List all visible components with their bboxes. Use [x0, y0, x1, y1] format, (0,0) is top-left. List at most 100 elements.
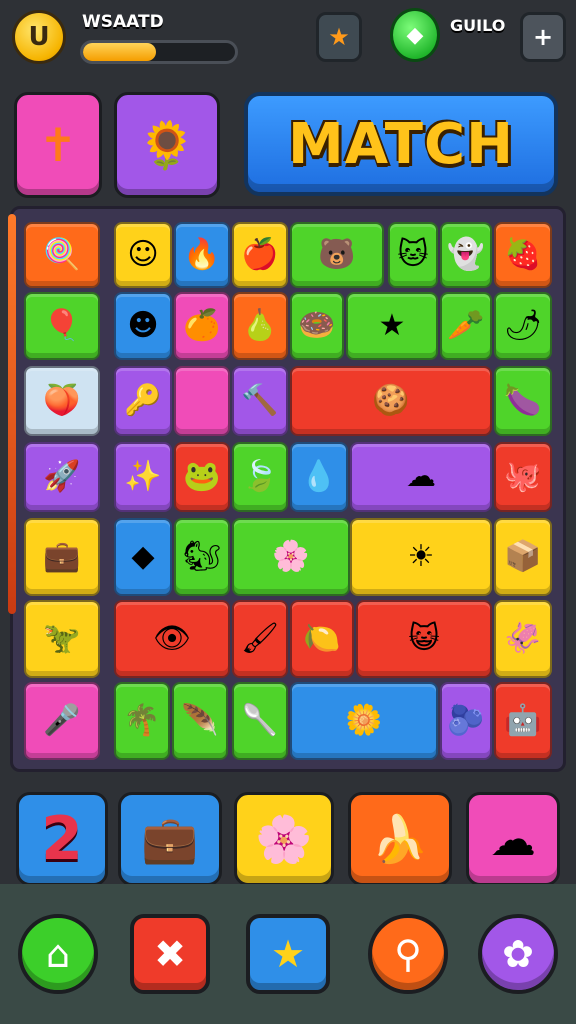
- side-rail: [8, 214, 16, 614]
- board-tile-wand[interactable]: ✨: [114, 442, 172, 512]
- board-tile-flower[interactable]: 🌸: [232, 518, 350, 596]
- board-tile-cat-face[interactable]: 😺: [356, 600, 492, 678]
- squid-icon: 🦑: [504, 621, 542, 656]
- board-tile-frog[interactable]: 🐸: [174, 442, 230, 512]
- board-tile-splat[interactable]: 💧: [290, 442, 348, 512]
- banana-tile[interactable]: 🍌: [348, 792, 452, 886]
- board-tile-apple[interactable]: 🍎: [232, 222, 288, 288]
- board-tile-key[interactable]: 🔑: [114, 366, 172, 436]
- orange-icon: 🍊: [183, 308, 221, 343]
- board-tile-octopus[interactable]: 🐙: [494, 442, 552, 512]
- orange-figure-tile[interactable]: ✝: [14, 92, 102, 198]
- moves-number: 2: [41, 804, 83, 874]
- ghost-icon: 👻: [447, 237, 485, 272]
- board-tile-berry[interactable]: 🍓: [494, 222, 552, 288]
- cat-face-icon: 😺: [408, 621, 440, 656]
- magnifier-button[interactable]: ⚲: [368, 914, 448, 994]
- board-tile-palm[interactable]: 🌴: [114, 682, 170, 760]
- plus-icon: +: [532, 23, 554, 51]
- board-tile-beet[interactable]: 🫐: [440, 682, 492, 760]
- briefcase-icon: 💼: [141, 811, 199, 866]
- board-tile-blue-face[interactable]: ☻: [114, 292, 172, 360]
- rocket-icon: 🚀: [43, 459, 81, 494]
- key-icon: 🔑: [124, 383, 162, 418]
- board-tile-rocket[interactable]: 🚀: [24, 442, 100, 512]
- octopus-icon: 🐙: [504, 459, 542, 494]
- board-tile-pear[interactable]: 🍐: [232, 292, 288, 360]
- cracker-icon: 🍪: [372, 383, 410, 418]
- board-tile-lemon[interactable]: 🍋: [290, 600, 354, 678]
- board-tile-squid[interactable]: 🦑: [494, 600, 552, 678]
- lemon-icon: 🍋: [303, 621, 341, 656]
- home-button[interactable]: ⌂: [18, 914, 98, 994]
- paw-icon: ✿: [502, 932, 534, 976]
- board-tile-brush[interactable]: 🖌: [232, 600, 288, 678]
- board-tile-bear[interactable]: 🐻: [290, 222, 384, 288]
- board-tile-suitcase[interactable]: 💼: [24, 518, 100, 596]
- board-tile-cloud[interactable]: ☁: [350, 442, 492, 512]
- palm-icon: 🌴: [123, 703, 161, 738]
- board-tile-spoon[interactable]: 🥄: [232, 682, 288, 760]
- star-power-button[interactable]: ★: [246, 914, 330, 994]
- board-tile-balloon[interactable]: 🎈: [24, 292, 100, 360]
- star-face-icon: ★: [378, 308, 406, 343]
- leaf-icon: 🍃: [241, 459, 279, 494]
- orange-figure-icon: ✝: [38, 118, 78, 172]
- banana-icon: 🍌: [371, 811, 429, 866]
- board-tile-face[interactable]: ☺: [114, 222, 172, 288]
- settings-button[interactable]: ✿: [478, 914, 558, 994]
- board-tile-blank[interactable]: [174, 366, 230, 436]
- eye-icon: 👁: [152, 621, 192, 656]
- flower-bird-tile[interactable]: 🌻: [114, 92, 220, 198]
- board-tile-sun[interactable]: ☀: [350, 518, 492, 596]
- peach-icon: 🍑: [43, 383, 81, 418]
- flower-icon: 🌸: [272, 539, 310, 574]
- star-button[interactable]: ★: [316, 12, 362, 62]
- board-tile-peach[interactable]: 🍑: [24, 366, 100, 436]
- board-tile-robot[interactable]: 🤖: [494, 682, 552, 760]
- plus-button[interactable]: +: [520, 12, 566, 62]
- board-tile-leaf[interactable]: 🍃: [232, 442, 288, 512]
- feather-icon: 🪶: [181, 703, 219, 738]
- board-tile-squirrel[interactable]: 🐿: [174, 518, 230, 596]
- blue-face-icon: ☻: [127, 308, 159, 343]
- dino-icon: 🦖: [43, 621, 81, 656]
- board-tile-cracker[interactable]: 🍪: [290, 366, 492, 436]
- green-gem-icon[interactable]: ◆: [390, 8, 440, 62]
- board-tile-diamond[interactable]: ◆: [114, 518, 172, 596]
- board-tile-donut[interactable]: 🍩: [290, 292, 344, 360]
- moves-counter-tile[interactable]: 2: [16, 792, 108, 886]
- board-tile-eggplant[interactable]: 🍆: [494, 366, 552, 436]
- gem-flower-tile[interactable]: 🌸: [234, 792, 334, 886]
- board-tile-cat[interactable]: 🐱: [388, 222, 438, 288]
- progress-fill: [83, 43, 156, 61]
- board-tile-blossom[interactable]: 🌼: [290, 682, 438, 760]
- board-tile-lollipop[interactable]: 🍭: [24, 222, 100, 288]
- board-tile-mic[interactable]: 🎤: [24, 682, 100, 760]
- board-tile-carrot[interactable]: 🥕: [440, 292, 492, 360]
- board-tile-eye[interactable]: 👁: [114, 600, 230, 678]
- board-tile-flame[interactable]: 🔥: [174, 222, 230, 288]
- cloud-tile[interactable]: ☁: [466, 792, 560, 886]
- board-tile-bell-pepper[interactable]: 🌶: [494, 292, 552, 360]
- close-button[interactable]: ✖: [130, 914, 210, 994]
- beet-icon: 🫐: [447, 703, 485, 738]
- cross-icon: ✖: [154, 932, 186, 976]
- board-tile-star-face[interactable]: ★: [346, 292, 438, 360]
- coin-icon[interactable]: U: [12, 10, 66, 64]
- hammer-icon: 🔨: [241, 383, 279, 418]
- star-icon: ★: [270, 932, 306, 976]
- board-tile-feather[interactable]: 🪶: [172, 682, 228, 760]
- board-tile-orange[interactable]: 🍊: [174, 292, 230, 360]
- bear-icon: 🐻: [318, 237, 356, 272]
- board-tile-box[interactable]: 📦: [494, 518, 552, 596]
- briefcase-tile[interactable]: 💼: [118, 792, 222, 886]
- home-arrow-icon: ⌂: [45, 932, 71, 976]
- donut-icon: 🍩: [298, 308, 336, 343]
- board-tile-hammer[interactable]: 🔨: [232, 366, 288, 436]
- board-tile-ghost[interactable]: 👻: [440, 222, 492, 288]
- board-tile-dino[interactable]: 🦖: [24, 600, 100, 678]
- cat-icon: 🐱: [397, 237, 429, 272]
- pear-icon: 🍐: [241, 308, 279, 343]
- diamond-icon: ◆: [131, 539, 155, 574]
